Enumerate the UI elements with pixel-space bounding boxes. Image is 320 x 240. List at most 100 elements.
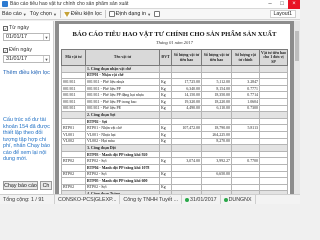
table-group-row: 3. Công đoạn Dệt — [61, 144, 288, 152]
chart-button[interactable]: Ch — [40, 181, 52, 190]
filter-conditions-label: Điều kiện lọc — [70, 11, 102, 17]
column-header: Mã vật tư — [61, 49, 86, 66]
run-report-button[interactable]: Chạy báo cáo — [3, 181, 38, 190]
table-cell — [259, 78, 288, 86]
table-cell — [201, 163, 232, 172]
table-cell: VL001 — [61, 130, 86, 139]
customize-menu[interactable]: Tùy chọn ▼ — [30, 11, 57, 17]
table-row: 001/011 001/011 - Phế liệu PP Kg 6,340.00 8,… — [61, 84, 288, 93]
print-format-button[interactable]: Định dạng in ▼ — [108, 11, 151, 17]
table-cell: 5,112.00 — [201, 78, 232, 86]
table-group-row: BTP01 - Nhận vật chế — [61, 71, 288, 80]
more-filters-link[interactable]: Thêm điều kiện lọc — [3, 70, 50, 76]
layout-selector[interactable]: Layout1 — [269, 10, 296, 18]
table-cell — [201, 183, 232, 192]
table-cell: 107,472.00 — [171, 124, 202, 132]
table-cell: Kg — [159, 137, 172, 146]
table-cell — [231, 150, 260, 159]
table-cell: 1. Công đoạn nhận vật chế — [85, 65, 160, 73]
vertical-scrollbar[interactable] — [294, 21, 300, 194]
table-cell — [231, 71, 260, 80]
from-date-value: 01/01/17 — [6, 34, 27, 40]
table-row: VL002 VL002 - Hạt màu Kg 8,270.00 — [61, 137, 288, 146]
to-date-label: Đến ngày — [9, 47, 33, 53]
table-cell: 18,790.00 — [201, 124, 232, 132]
working-date: 31/01/2017 — [190, 196, 217, 203]
chevron-down-icon[interactable]: ▼ — [43, 34, 49, 40]
table-cell — [61, 117, 86, 126]
table-cell: 001/011 - Phế liệu nhựa — [85, 78, 160, 86]
table-cell: 18,220.00 — [201, 97, 232, 106]
scrollbar-thumb[interactable] — [295, 31, 299, 61]
table-cell: 001/011 — [61, 91, 86, 99]
table-row: BTP02 BTP02 - Sợi Kg — [61, 183, 288, 192]
table-cell: Kg — [159, 84, 172, 93]
table-row: VL001 VL001 - Nhựa hạt Kg 264,225.00 — [61, 130, 288, 139]
to-date-input[interactable]: 31/01/17 ▼ — [3, 55, 50, 63]
table-cell: BTP01 - Nhận vật chế — [85, 124, 160, 132]
minimize-button[interactable]: – — [264, 0, 276, 9]
filter-icon — [63, 11, 70, 17]
company-code: CONSKO-PCS|GLEXP... — [55, 195, 121, 204]
table-group-row: BTP02 - Sợi — [61, 117, 288, 126]
table-cell: VL001 - Nhựa hạt — [85, 130, 160, 139]
table-cell — [201, 117, 232, 126]
maximize-button[interactable]: □ — [276, 0, 288, 9]
report-viewer: BÁO CÁO TIÊU HAO VẬT TƯ CHÍNH CHO SẢN PH… — [55, 21, 300, 194]
table-cell — [231, 130, 260, 139]
table-cell — [159, 65, 172, 73]
table-cell — [159, 150, 172, 159]
table-group-row: BTP04 - Manh dệt PP trắng khổ 1078 — [61, 163, 288, 172]
table-cell — [159, 117, 172, 126]
report-subtitle: Tháng 01 năm 2017 — [156, 40, 193, 45]
to-date-checkbox[interactable]: ✓ — [3, 47, 8, 53]
table-cell: Kg — [159, 170, 172, 179]
report-table: Mã vật tư Tên vật tư ĐVT Số lượng vật tư… — [61, 49, 288, 194]
table-cell: VL002 — [61, 137, 86, 146]
report-page: BÁO CÁO TIÊU HAO VẬT TƯ CHÍNH CHO SẢN PH… — [59, 24, 290, 194]
table-cell: 14,150.00 — [171, 91, 202, 99]
table-cell: BTP02 - Sợi — [85, 183, 160, 192]
table-cell: BTP02 - Sợi — [85, 170, 160, 179]
table-row: BTP02 BTP02 - Sợi Kg 6,650.00 — [61, 170, 288, 179]
table-cell: Kg — [159, 130, 172, 139]
table-group-row: 1. Công đoạn nhận vật chế — [61, 65, 288, 73]
customize-menu-label: Tùy chọn — [29, 11, 52, 17]
table-cell — [159, 144, 172, 152]
from-date-input[interactable]: 01/01/17 ▼ — [3, 33, 50, 41]
filter-conditions-button[interactable]: Điều kiện lọc — [63, 11, 102, 17]
to-date-label-wrap: ✓ Đến ngày — [3, 47, 32, 53]
toolbar-divider — [59, 10, 61, 18]
user-name: DUNGNX — [228, 196, 252, 203]
table-cell: 19,320.00 — [171, 97, 202, 106]
company-name: Công ty TNHH Tuyết ... — [120, 195, 183, 204]
table-cell: 264,225.00 — [201, 130, 232, 139]
table-cell: 6,650.00 — [201, 170, 232, 179]
title-bar: Báo cáo tiêu hao vật tư chính cho sản ph… — [0, 0, 300, 9]
chevron-down-icon[interactable]: ▼ — [43, 56, 49, 62]
table-cell: 17,725.00 — [171, 78, 202, 86]
table-cell — [231, 144, 260, 152]
table-cell — [259, 65, 288, 73]
table-cell: 3,992.27 — [201, 157, 232, 165]
from-date-checkbox[interactable]: ✓ — [3, 25, 8, 31]
table-cell — [61, 177, 86, 185]
close-button[interactable]: × — [288, 0, 300, 9]
table-cell: Kg — [159, 97, 172, 106]
table-cell — [171, 111, 202, 119]
table-cell — [259, 104, 288, 113]
table-cell — [171, 163, 202, 172]
table-cell — [231, 177, 260, 185]
table-cell — [171, 177, 202, 185]
table-cell — [201, 71, 232, 80]
table-cell — [259, 71, 288, 80]
table-cell: BTP02 — [61, 183, 86, 192]
table-cell — [201, 65, 232, 73]
print-button[interactable] — [154, 11, 161, 17]
table-cell: BTP01 - Nhận vật chế — [85, 71, 160, 80]
table-cell — [259, 124, 288, 132]
report-menu[interactable]: Báo cáo ▼ — [2, 11, 27, 17]
table-cell — [171, 130, 202, 139]
table-group-row: BTP05 - Manh dệt PP trắng khổ 600 — [61, 177, 288, 185]
table-cell: 3,074.00 — [171, 157, 202, 165]
